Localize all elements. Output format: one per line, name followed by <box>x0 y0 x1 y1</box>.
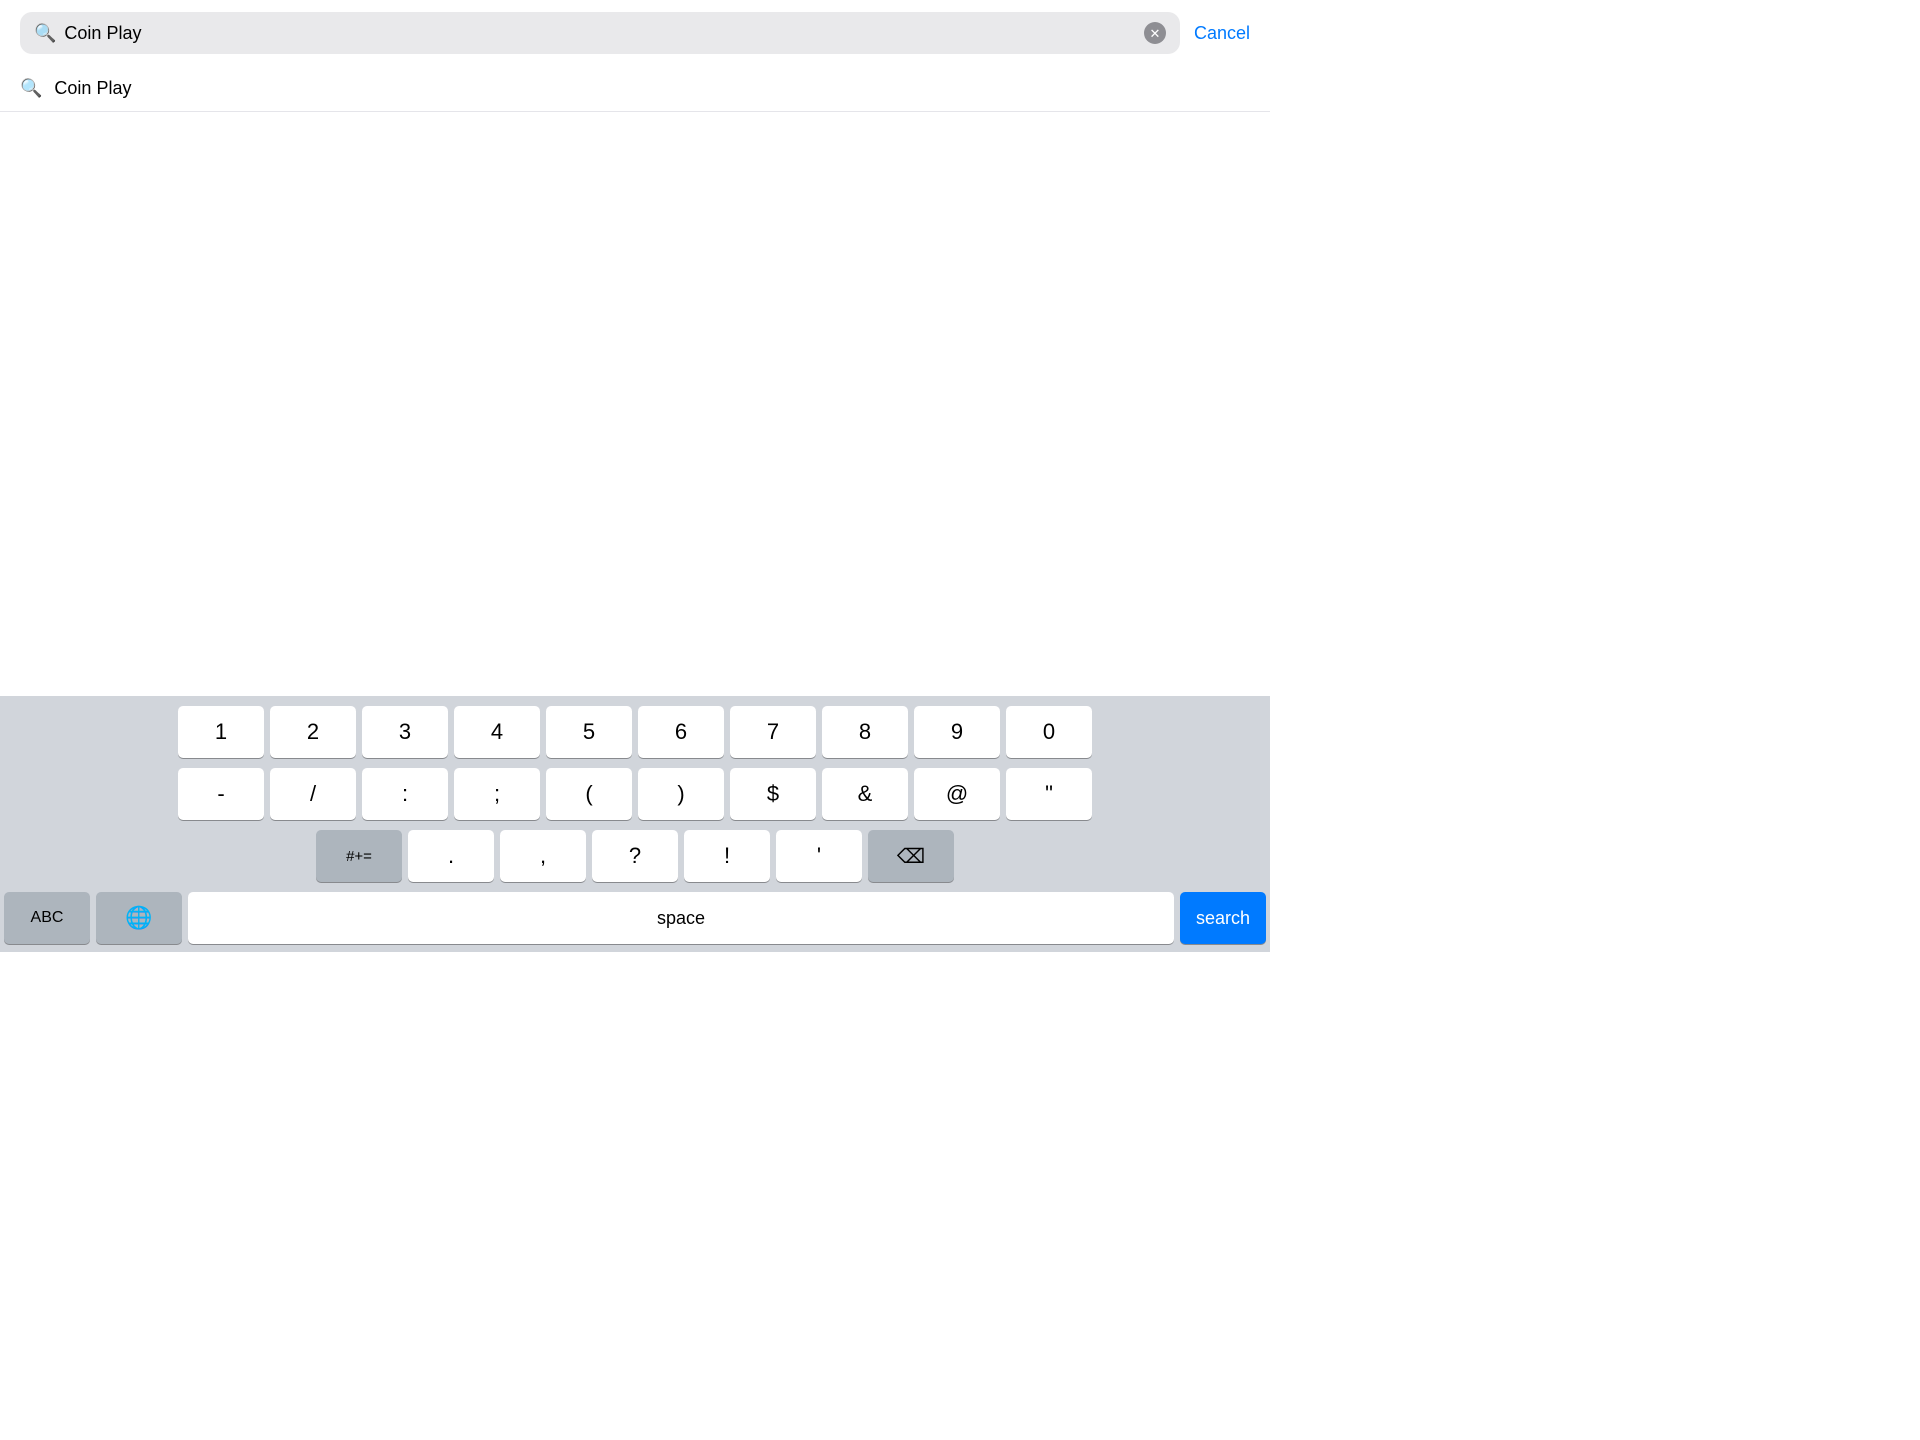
keyboard: 1 2 3 4 5 6 7 8 9 0 - / : ; ( ) $ & @ " … <box>0 696 1270 952</box>
key-period[interactable]: . <box>408 830 494 882</box>
keyboard-row-2: - / : ; ( ) $ & @ " <box>4 768 1266 820</box>
key-comma[interactable]: , <box>500 830 586 882</box>
key-globe[interactable]: 🌐 <box>96 892 182 944</box>
key-3[interactable]: 3 <box>362 706 448 758</box>
key-search[interactable]: search <box>1180 892 1266 944</box>
key-colon[interactable]: : <box>362 768 448 820</box>
key-apostrophe[interactable]: ' <box>776 830 862 882</box>
clear-button[interactable]: ✕ <box>1144 22 1166 44</box>
search-result-text: Coin Play <box>54 78 131 99</box>
key-ampersand[interactable]: & <box>822 768 908 820</box>
key-at[interactable]: @ <box>914 768 1000 820</box>
key-minus[interactable]: - <box>178 768 264 820</box>
abc-label: ABC <box>31 909 64 927</box>
search-bar-area: 🔍 Coin Play ✕ Cancel <box>0 0 1270 66</box>
key-hashplusEquals[interactable]: #+= <box>316 830 402 882</box>
search-label: search <box>1196 908 1250 929</box>
search-input-wrapper[interactable]: 🔍 Coin Play ✕ <box>20 12 1180 54</box>
space-label: space <box>657 908 705 929</box>
key-slash[interactable]: / <box>270 768 356 820</box>
key-8[interactable]: 8 <box>822 706 908 758</box>
key-open-paren[interactable]: ( <box>546 768 632 820</box>
globe-icon: 🌐 <box>125 905 152 931</box>
key-question[interactable]: ? <box>592 830 678 882</box>
search-icon: 🔍 <box>34 23 56 44</box>
key-1[interactable]: 1 <box>178 706 264 758</box>
result-search-icon: 🔍 <box>20 78 42 99</box>
clear-icon: ✕ <box>1150 27 1161 40</box>
delete-key[interactable]: ⌫ <box>868 830 954 882</box>
keyboard-row-3: #+= . , ? ! ' ⌫ <box>4 830 1266 882</box>
keyboard-row-1: 1 2 3 4 5 6 7 8 9 0 <box>4 706 1266 758</box>
key-quote[interactable]: " <box>1006 768 1092 820</box>
cancel-button[interactable]: Cancel <box>1194 23 1250 44</box>
key-semicolon[interactable]: ; <box>454 768 540 820</box>
search-result-row[interactable]: 🔍 Coin Play <box>0 66 1270 112</box>
key-9[interactable]: 9 <box>914 706 1000 758</box>
key-abc[interactable]: ABC <box>4 892 90 944</box>
content-area <box>0 112 1270 572</box>
key-6[interactable]: 6 <box>638 706 724 758</box>
key-7[interactable]: 7 <box>730 706 816 758</box>
key-space[interactable]: space <box>188 892 1174 944</box>
key-dollar[interactable]: $ <box>730 768 816 820</box>
keyboard-bottom-row: ABC 🌐 space search <box>4 892 1266 944</box>
key-close-paren[interactable]: ) <box>638 768 724 820</box>
key-0[interactable]: 0 <box>1006 706 1092 758</box>
key-4[interactable]: 4 <box>454 706 540 758</box>
search-input[interactable]: Coin Play <box>64 23 1136 44</box>
key-exclamation[interactable]: ! <box>684 830 770 882</box>
key-5[interactable]: 5 <box>546 706 632 758</box>
key-2[interactable]: 2 <box>270 706 356 758</box>
delete-icon: ⌫ <box>897 844 925 869</box>
